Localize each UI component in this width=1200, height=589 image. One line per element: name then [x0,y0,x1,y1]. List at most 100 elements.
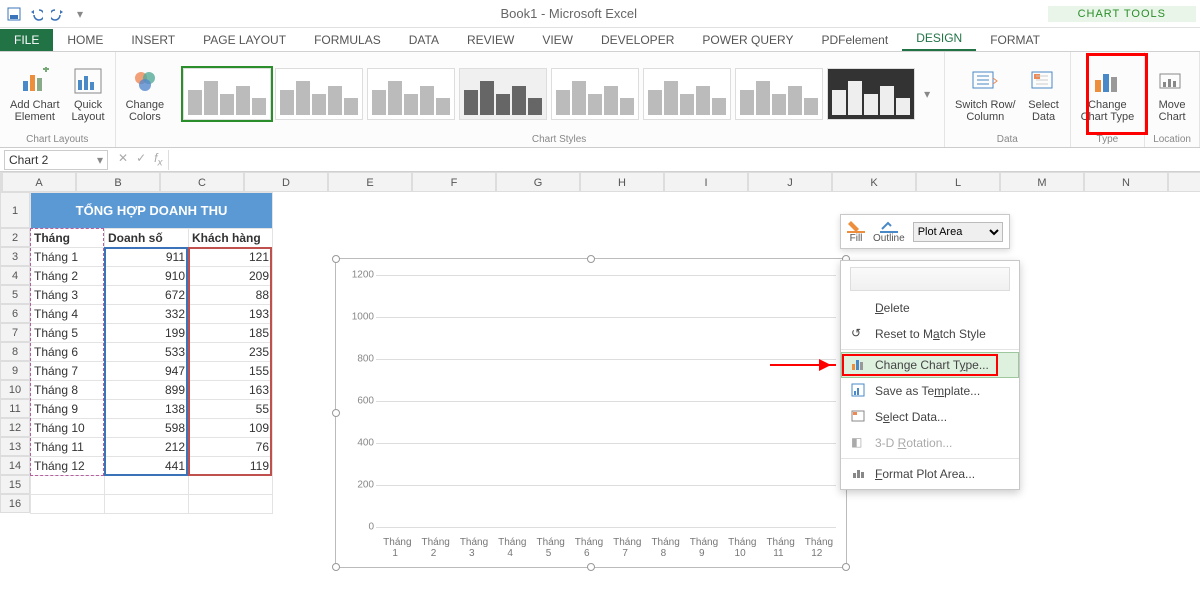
column-header[interactable]: I [664,172,748,192]
column-header[interactable]: J [748,172,832,192]
table-cell[interactable]: 155 [189,362,273,381]
table-cell[interactable]: 88 [189,286,273,305]
fx-icon[interactable]: fx [154,151,162,168]
table-cell[interactable]: 163 [189,381,273,400]
ctx-select-data[interactable]: Select Data... [841,404,1019,430]
table-cell[interactable]: Tháng 8 [31,381,105,400]
column-header[interactable]: E [328,172,412,192]
table-cell[interactable]: 76 [189,438,273,457]
tab-design[interactable]: DESIGN [902,27,976,51]
row-header[interactable]: 4 [0,266,30,285]
outline-button[interactable]: Outline [873,219,905,244]
tab-formulas[interactable]: FORMULAS [300,29,395,51]
cancel-icon[interactable]: ✕ [118,151,128,168]
add-chart-element-button[interactable]: Add Chart Element [8,63,62,125]
row-header[interactable]: 1 [0,192,30,228]
table-cell[interactable]: Tháng 6 [31,343,105,362]
column-header[interactable]: L [916,172,1000,192]
ctx-delete[interactable]: Delete [841,295,1019,321]
change-colors-button[interactable]: Change Colors [124,63,167,125]
ctx-save-template[interactable]: Save as Template... [841,378,1019,404]
fill-button[interactable]: Fill [847,219,865,244]
table-cell[interactable]: 533 [105,343,189,362]
table-cell[interactable]: 910 [105,267,189,286]
table-cell[interactable]: Tháng 1 [31,248,105,267]
table-cell[interactable]: 199 [105,324,189,343]
table-cell[interactable]: Tháng 10 [31,419,105,438]
move-chart-button[interactable]: Move Chart [1154,63,1190,125]
table-cell[interactable]: 212 [105,438,189,457]
table-cell[interactable]: Tháng 9 [31,400,105,419]
qat-dropdown-icon[interactable]: ▾ [70,4,90,24]
tab-insert[interactable]: INSERT [117,29,189,51]
table-cell[interactable]: 672 [105,286,189,305]
select-data-button[interactable]: Select Data [1026,63,1062,125]
column-header[interactable]: K [832,172,916,192]
redo-icon[interactable] [48,4,68,24]
plot-area[interactable]: 020040060080010001200 [376,275,836,527]
table-cell[interactable]: 138 [105,400,189,419]
tab-file[interactable]: FILE [0,29,53,51]
table-cell[interactable]: 899 [105,381,189,400]
row-header[interactable]: 9 [0,361,30,380]
tab-developer[interactable]: DEVELOPER [587,29,688,51]
quick-layout-button[interactable]: Quick Layout [70,63,107,125]
ctx-change-chart-type[interactable]: Change Chart Type... [841,352,1019,378]
column-header[interactable]: N [1084,172,1168,192]
column-header[interactable]: M [1000,172,1084,192]
table-cell[interactable]: 119 [189,457,273,476]
formula-input[interactable] [168,150,1200,170]
column-header[interactable]: A [2,172,76,192]
column-header[interactable]: F [412,172,496,192]
row-header[interactable]: 15 [0,475,30,494]
row-header[interactable]: 11 [0,399,30,418]
chart-style-5[interactable] [551,68,639,120]
tab-format[interactable]: FORMAT [976,29,1054,51]
row-header[interactable]: 10 [0,380,30,399]
row-header[interactable]: 13 [0,437,30,456]
row-header[interactable]: 3 [0,247,30,266]
tab-review[interactable]: REVIEW [453,29,528,51]
table-cell[interactable]: 109 [189,419,273,438]
enter-icon[interactable]: ✓ [136,151,146,168]
chart-style-gallery[interactable]: ▾ [183,68,935,120]
chart-style-4[interactable] [459,68,547,120]
row-header[interactable]: 6 [0,304,30,323]
plot-area-combo[interactable]: Plot Area [913,222,1003,242]
column-header[interactable]: C [160,172,244,192]
chart-style-2[interactable] [275,68,363,120]
tab-home[interactable]: HOME [53,29,117,51]
row-header[interactable]: 8 [0,342,30,361]
ctx-reset[interactable]: ↺Reset to Match Style [841,321,1019,347]
table-cell[interactable]: Tháng 7 [31,362,105,381]
table-cell[interactable]: 185 [189,324,273,343]
ctx-style-preview[interactable] [850,267,1010,291]
table-cell[interactable]: 332 [105,305,189,324]
table-cell[interactable]: 598 [105,419,189,438]
undo-icon[interactable] [26,4,46,24]
save-icon[interactable] [4,4,24,24]
ctx-format-plot-area[interactable]: Format Plot Area... [841,461,1019,487]
tab-view[interactable]: VIEW [528,29,587,51]
table-cell[interactable]: 193 [189,305,273,324]
tab-power-query[interactable]: POWER QUERY [688,29,807,51]
table-cell[interactable]: 121 [189,248,273,267]
row-header[interactable]: 16 [0,494,30,513]
table-cell[interactable]: 209 [189,267,273,286]
column-header[interactable]: O [1168,172,1200,192]
table-cell[interactable]: 441 [105,457,189,476]
table-cell[interactable]: Tháng 2 [31,267,105,286]
tab-data[interactable]: DATA [395,29,453,51]
row-header[interactable]: 12 [0,418,30,437]
change-chart-type-button[interactable]: Change Chart Type [1079,63,1137,125]
embedded-chart[interactable]: 020040060080010001200 Tháng1Tháng2Tháng3… [335,258,847,568]
table-cell[interactable]: 55 [189,400,273,419]
row-header[interactable]: 14 [0,456,30,475]
table-cell[interactable]: Tháng 12 [31,457,105,476]
chart-style-more-icon[interactable]: ▾ [919,87,935,101]
tab-pdfelement[interactable]: PDFelement [807,29,902,51]
chart-style-1[interactable] [183,68,271,120]
table-cell[interactable]: Tháng 11 [31,438,105,457]
row-header[interactable]: 2 [0,228,30,247]
column-header[interactable]: D [244,172,328,192]
